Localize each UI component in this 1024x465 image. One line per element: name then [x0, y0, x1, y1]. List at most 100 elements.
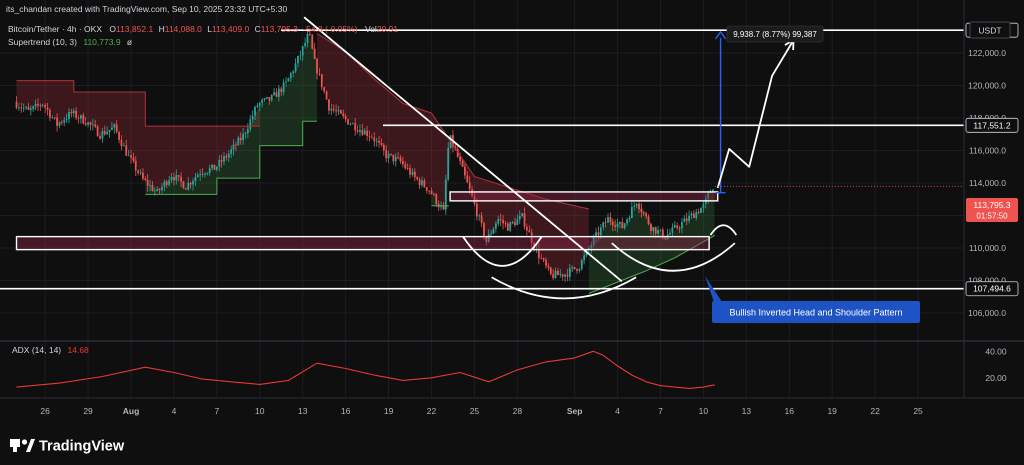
- chart-canvas[interactable]: 122,000.0120,000.0118,000.0116,000.0114,…: [0, 0, 1024, 465]
- candle-body: [225, 156, 228, 158]
- candle-body: [44, 104, 47, 108]
- candle-body: [409, 168, 411, 175]
- candle-body: [153, 190, 156, 192]
- candle-body: [323, 87, 326, 92]
- price-tick-label: 116,000.0: [969, 146, 1006, 156]
- candle-body: [511, 222, 514, 224]
- candle-body: [604, 222, 607, 224]
- candle-body: [77, 117, 80, 119]
- time-tick-label: 22: [870, 406, 880, 416]
- candle-body: [564, 274, 566, 277]
- candle-body: [187, 182, 190, 190]
- candle-body: [244, 133, 247, 135]
- adx-legend[interactable]: ADX (14, 14) 14.68: [12, 345, 89, 355]
- candle-body: [492, 228, 495, 234]
- time-tick-label: 25: [470, 406, 480, 416]
- candle-body: [394, 157, 397, 162]
- candle-body: [361, 129, 364, 135]
- candle-body: [447, 147, 450, 180]
- candle-body: [366, 130, 369, 136]
- candle-body: [368, 135, 371, 137]
- adx-name: ADX (14, 14): [12, 345, 61, 355]
- candle-body: [75, 110, 78, 118]
- candle-body: [94, 124, 97, 127]
- candle-body: [685, 218, 688, 221]
- candle-body: [72, 110, 75, 113]
- candle-body: [652, 227, 655, 232]
- candle-body: [669, 232, 671, 235]
- candle-body: [602, 222, 605, 228]
- candle-body: [268, 97, 271, 101]
- candle-body: [688, 215, 690, 221]
- candle-body: [554, 270, 557, 279]
- volume-value: 20.91: [377, 24, 399, 34]
- candle-body: [335, 110, 338, 112]
- currency-badge-text: USDT: [978, 26, 1001, 36]
- candle-body: [56, 117, 58, 126]
- candle-body: [258, 103, 261, 106]
- candle-body: [411, 171, 414, 175]
- candle-body: [633, 205, 636, 207]
- time-tick-label: Sep: [567, 406, 583, 416]
- candle-body: [108, 130, 111, 133]
- candle-body: [404, 164, 407, 169]
- candle-body: [490, 233, 493, 235]
- candle-body: [297, 56, 299, 64]
- price-scale[interactable]: 122,000.0120,000.0118,000.0116,000.0114,…: [968, 48, 1006, 318]
- time-tick-label: 7: [658, 406, 663, 416]
- candle-body: [280, 88, 283, 92]
- candle-body: [428, 190, 431, 192]
- candle-body: [301, 46, 304, 56]
- measure-label[interactable]: 9,938.7 (8.77%) 99,387: [726, 25, 824, 43]
- candle-body: [459, 156, 462, 162]
- candle-body: [215, 166, 218, 170]
- candle-body: [235, 144, 237, 146]
- candle-body: [347, 119, 349, 125]
- candle-body: [495, 223, 497, 229]
- currency-badge[interactable]: USDT: [969, 21, 1011, 39]
- level-label-text: 117,551.2: [973, 120, 1010, 130]
- candle-body: [673, 225, 676, 228]
- candle-body: [22, 107, 25, 109]
- candle-body: [681, 222, 683, 229]
- time-tick-label: 16: [341, 406, 351, 416]
- candle-body: [220, 159, 223, 162]
- candle-body: [654, 227, 657, 234]
- candle-body: [239, 137, 242, 141]
- candle-body: [146, 180, 149, 186]
- level-label-text: 107,494.6: [973, 284, 1011, 294]
- candle-body: [628, 217, 631, 220]
- candle-body: [549, 267, 552, 275]
- candle-body: [540, 258, 543, 260]
- candle-body: [349, 124, 352, 125]
- candle-body: [328, 99, 330, 111]
- price-tick-label: 122,000.0: [968, 48, 1006, 58]
- candle-body: [120, 139, 123, 147]
- supertrend-legend[interactable]: Supertrend (10, 3) 110,773.9 ø: [8, 37, 132, 47]
- candle-body: [642, 212, 645, 214]
- time-tick-label: 25: [913, 406, 923, 416]
- candle-body: [516, 219, 519, 226]
- candle-body: [49, 109, 51, 118]
- candle-body: [330, 108, 333, 111]
- time-tick-label: Aug: [123, 406, 140, 416]
- trading-chart[interactable]: 122,000.0120,000.0118,000.0116,000.0114,…: [0, 0, 1024, 465]
- candle-body: [91, 124, 94, 126]
- candle-body: [583, 255, 586, 261]
- candle-body: [552, 274, 555, 279]
- candle-body: [137, 170, 140, 174]
- candle-body: [468, 182, 471, 190]
- candle-body: [189, 182, 192, 185]
- price-tick-label: 114,000.0: [969, 178, 1006, 188]
- pattern-label[interactable]: Bullish Inverted Head and Shoulder Patte…: [712, 301, 920, 323]
- candle-body: [607, 217, 609, 223]
- candle-body: [359, 129, 361, 132]
- adx-tick-label: 40.00: [985, 346, 1007, 356]
- candle-body: [184, 188, 187, 190]
- adx-tick-label: 20.00: [985, 373, 1007, 383]
- candle-body: [223, 156, 225, 162]
- candle-body: [690, 213, 693, 216]
- candle-body: [84, 123, 87, 125]
- candle-body: [82, 115, 85, 124]
- candle-body: [39, 105, 42, 107]
